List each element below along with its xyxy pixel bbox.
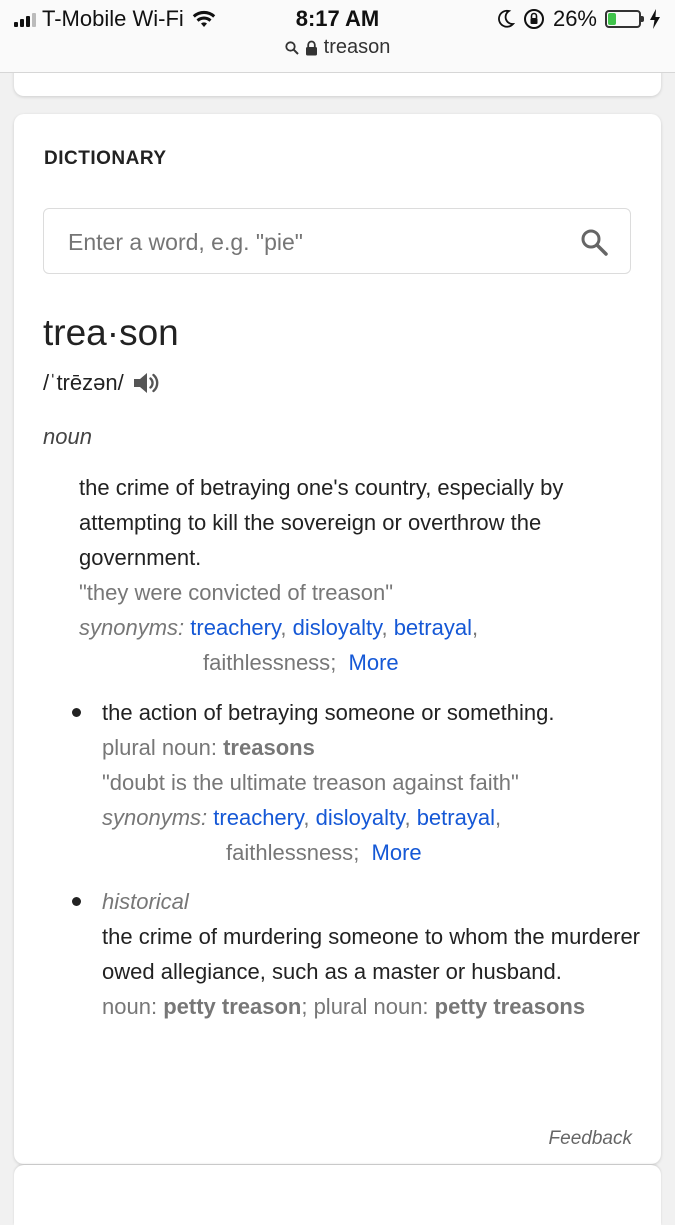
synonym-link[interactable]: betrayal	[394, 615, 472, 640]
synonyms-label: synonyms:	[102, 805, 208, 830]
synonym-link[interactable]: treachery	[190, 615, 280, 640]
plural-label: ; plural noun:	[301, 994, 429, 1019]
url-query: treason	[323, 36, 391, 58]
section-title: DICTIONARY	[44, 148, 167, 169]
pronunciation: /ˈtrēzən/	[43, 370, 124, 395]
search-icon	[285, 40, 299, 55]
synonyms-label: synonyms:	[79, 615, 185, 640]
synonyms-row-continued: faithlessness; More	[226, 840, 422, 865]
battery-fill	[608, 13, 616, 25]
headword: trea·son	[43, 312, 179, 353]
browser-top-bar: T-Mobile Wi-Fi 8:17 AM 26% treason	[0, 0, 675, 73]
part-of-speech: noun	[43, 424, 92, 449]
synonym: faithlessness	[203, 650, 331, 675]
noun-value: petty treason	[163, 994, 302, 1019]
plural-value-part: petty	[434, 994, 488, 1019]
pronunciation-row: /ˈtrēzən/	[43, 370, 160, 396]
rotation-lock-icon	[523, 9, 544, 29]
speaker-icon[interactable]	[132, 371, 160, 395]
status-bar-right: 26%	[497, 6, 661, 32]
dictionary-search-box[interactable]	[43, 208, 631, 275]
synonyms-row: synonyms: treachery, disloyalty, betraya…	[79, 615, 479, 640]
moon-icon	[498, 9, 515, 28]
definition: the crime of murdering someone to whom t…	[102, 924, 641, 984]
example: "doubt is the ultimate treason against f…	[102, 770, 519, 795]
synonym-link[interactable]: treachery	[213, 805, 303, 830]
sense-2: the action of betraying someone or somet…	[102, 695, 642, 870]
search-icon[interactable]	[580, 228, 608, 256]
sense-1: the crime of betraying one's country, es…	[79, 470, 639, 680]
noun-forms-row: noun: petty treason; plural noun: petty …	[102, 989, 642, 1024]
feedback-link[interactable]: Feedback	[549, 1128, 632, 1150]
register-label: historical	[102, 889, 189, 914]
next-result-card	[14, 1165, 661, 1225]
bullet	[72, 708, 81, 717]
synonyms-row: synonyms: treachery, disloyalty, betraya…	[102, 805, 502, 830]
synonym: faithlessness	[226, 840, 354, 865]
battery-percent: 26%	[552, 6, 597, 31]
definition: the action of betraying someone or somet…	[102, 700, 555, 725]
definition: the crime of betraying one's country, es…	[79, 475, 564, 570]
dictionary-card: DICTIONARY trea·son /ˈtrēzən/ noun the c…	[14, 114, 661, 1164]
plural-value-part: treasons	[493, 994, 586, 1019]
lock-icon	[305, 40, 317, 55]
dictionary-search-input[interactable]	[66, 209, 550, 275]
plural-value: treasons	[223, 735, 315, 760]
example: "they were convicted of treason"	[79, 580, 394, 605]
charging-bolt-icon	[650, 9, 660, 29]
more-synonyms-link[interactable]: More	[372, 840, 422, 865]
synonym-link[interactable]: betrayal	[417, 805, 495, 830]
url-bar[interactable]: treason	[0, 36, 675, 59]
battery-icon	[605, 10, 644, 28]
synonym-link[interactable]: disloyalty	[293, 615, 382, 640]
plural-row: plural noun: treasons	[102, 730, 642, 765]
synonyms-row-continued: faithlessness; More	[203, 650, 399, 675]
plural-label: plural noun:	[102, 735, 217, 760]
more-synonyms-link[interactable]: More	[349, 650, 399, 675]
synonym-link[interactable]: disloyalty	[316, 805, 405, 830]
bullet	[72, 897, 81, 906]
sense-3: historical the crime of murdering someon…	[102, 884, 642, 1024]
noun-label: noun:	[102, 994, 158, 1019]
